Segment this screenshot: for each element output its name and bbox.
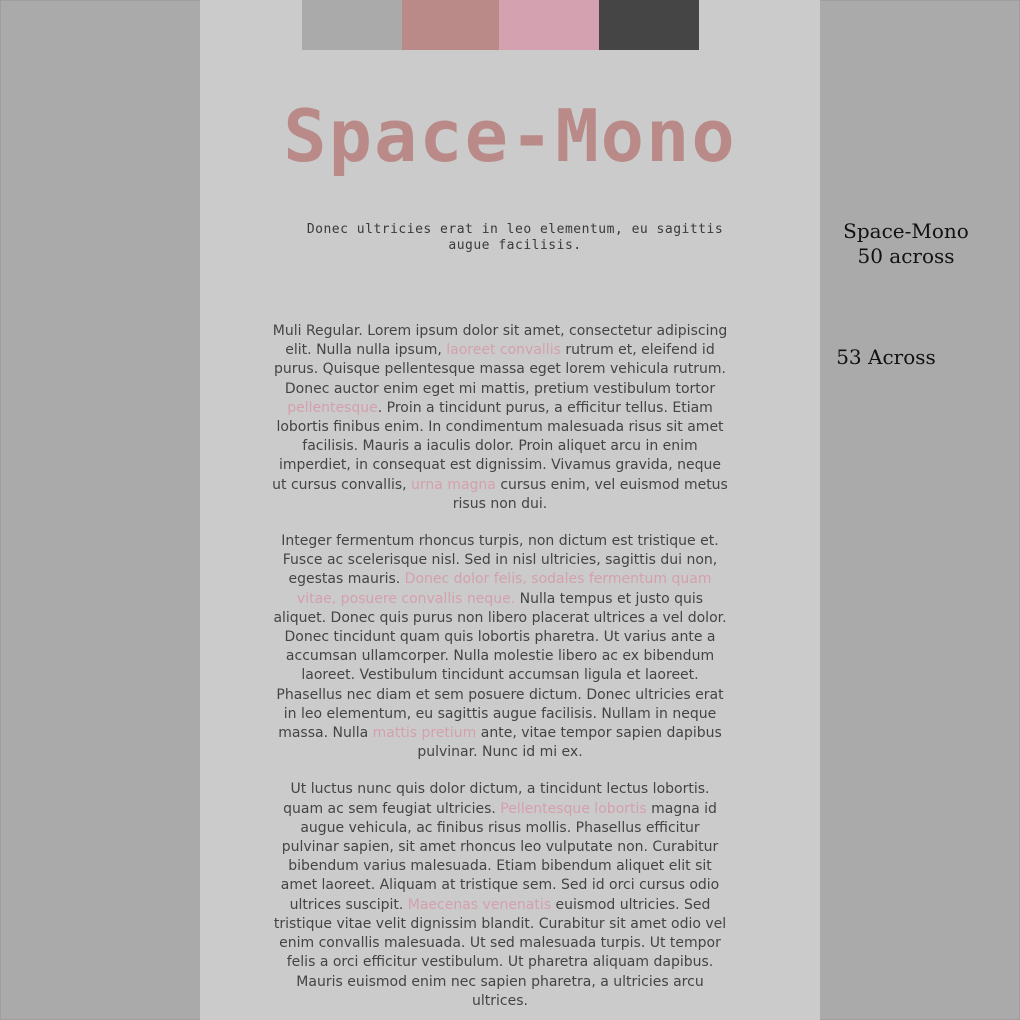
color-swatch <box>302 0 402 50</box>
annotation-font-title: Space-Mono <box>843 219 969 243</box>
specimen-page: Space-Mono Donec ultricies erat in leo e… <box>200 0 820 1020</box>
annotation-body-count: 53 Across <box>836 345 936 369</box>
paragraph: Integer fermentum rhoncus turpis, non di… <box>272 532 728 762</box>
paragraph: Muli Regular. Lorem ipsum dolor sit amet… <box>272 322 728 514</box>
body-text-segment: Nulla tempus et justo quis aliquet. Done… <box>273 590 727 742</box>
annotation-font-name: Space-Mono 50 across <box>830 219 982 269</box>
body-text: Muli Regular. Lorem ipsum dolor sit amet… <box>272 322 728 1020</box>
body-link[interactable]: mattis pretium <box>373 725 477 741</box>
color-palette <box>302 0 699 50</box>
body-link[interactable]: pellentesque <box>287 400 378 416</box>
body-link[interactable]: laoreet convallis <box>446 342 561 358</box>
specimen-title: Space-Mono <box>283 94 737 178</box>
body-link[interactable]: Maecenas venenatis <box>408 897 551 913</box>
body-text-segment: euismod ultricies. Sed tristique vitae v… <box>273 896 727 1009</box>
annotation-char-count: 50 across <box>857 244 955 268</box>
body-link[interactable]: urna magna <box>411 477 496 493</box>
color-swatch <box>402 0 499 50</box>
body-link[interactable]: Pellentesque lobortis <box>500 801 646 817</box>
specimen-subtitle: Donec ultricies erat in leo elementum, e… <box>306 222 724 253</box>
color-swatch <box>499 0 599 50</box>
paragraph: Ut luctus nunc quis dolor dictum, a tinc… <box>272 780 728 1010</box>
color-swatch <box>599 0 699 50</box>
